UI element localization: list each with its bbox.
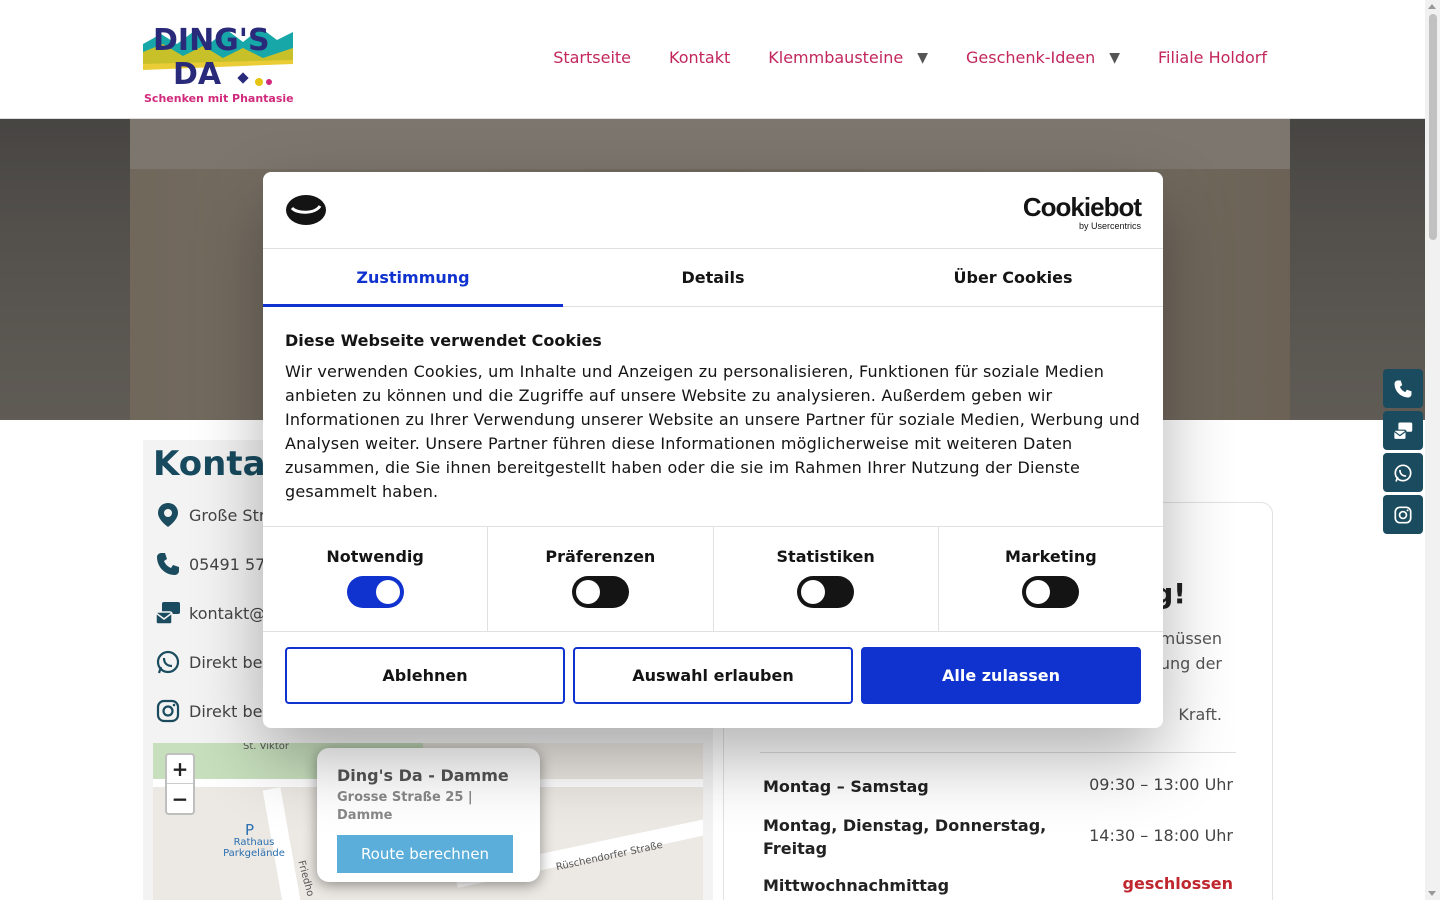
toggle-label: Präferenzen xyxy=(545,547,656,566)
zoom-out-button[interactable]: − xyxy=(167,784,193,813)
toggle-label: Notwendig xyxy=(326,547,424,566)
nav-filiale-holdorf[interactable]: Filiale Holdorf xyxy=(1158,48,1267,67)
cookie-tabs: Zustimmung Details Über Cookies xyxy=(263,249,1163,307)
float-instagram-button[interactable] xyxy=(1383,495,1423,534)
toggle-notwendig: Notwendig xyxy=(263,527,489,631)
scroll-up-arrow[interactable] xyxy=(1428,4,1436,9)
allow-selection-button[interactable]: Auswahl erlauben xyxy=(573,647,853,704)
cookie-description: Diese Webseite verwendet Cookies Wir ver… xyxy=(263,307,1163,527)
tab-ueber-cookies[interactable]: Über Cookies xyxy=(863,249,1163,306)
notwendig-switch[interactable] xyxy=(346,576,404,608)
cookiebot-logo[interactable]: Cookiebot by Usercentrics xyxy=(1022,192,1142,231)
mail-icon xyxy=(153,598,183,628)
divider xyxy=(760,752,1236,753)
instagram-icon xyxy=(153,696,183,726)
cookie-buttons: Ablehnen Auswahl erlauben Alle zulassen xyxy=(263,632,1163,719)
nav-klemmbausteine[interactable]: Klemmbausteine ▼ xyxy=(768,48,928,67)
nav-label[interactable]: Filiale Holdorf xyxy=(1158,48,1267,67)
contact-phone[interactable]: 05491 57 xyxy=(153,549,265,579)
cookie-category-toggles: Notwendig Präferenzen Statistiken Market… xyxy=(263,527,1163,632)
contact-mail[interactable]: kontakt@ xyxy=(153,598,265,628)
nav-label[interactable]: Klemmbausteine xyxy=(768,48,903,67)
card-text: Kraft. xyxy=(1178,705,1222,724)
whatsapp-icon xyxy=(153,647,183,677)
chevron-down-icon[interactable]: ▼ xyxy=(917,50,928,66)
scroll-down-arrow[interactable] xyxy=(1428,891,1436,896)
cookie-consent-dialog: Cookiebot by Usercentrics Zustimmung Det… xyxy=(263,172,1163,728)
cookie-body-text: Wir verwenden Cookies, um Inhalte und An… xyxy=(285,362,1140,501)
contact-text: Große Str xyxy=(189,505,266,525)
hours-day: Mittwochnachmittag xyxy=(763,876,950,895)
nav-geschenk-ideen[interactable]: Geschenk-Ideen ▼ xyxy=(966,48,1120,67)
route-button[interactable]: Route berechnen xyxy=(337,835,513,873)
switch-knob xyxy=(801,580,826,604)
hours-day: Montag, Dienstag, Donnerstag, Freitag xyxy=(763,816,1047,858)
nav-label[interactable]: Kontakt xyxy=(669,48,730,67)
map-pin-icon xyxy=(153,500,183,530)
tab-zustimmung[interactable]: Zustimmung xyxy=(263,249,563,307)
switch-knob xyxy=(575,580,600,604)
toggle-label: Marketing xyxy=(1005,547,1097,566)
site-header: DING'S DA Schenken mit Phantasie! Starts… xyxy=(0,0,1425,119)
zoom-in-button[interactable]: + xyxy=(167,755,193,784)
mail-icon xyxy=(1393,422,1413,440)
float-mail-button[interactable] xyxy=(1383,411,1423,450)
contact-text: kontakt@ xyxy=(189,603,266,623)
scroll-thumb[interactable] xyxy=(1429,14,1437,240)
nav-kontakt[interactable]: Kontakt xyxy=(669,48,730,67)
map-label: St. Viktor xyxy=(243,743,289,752)
cookiebot-brand: Cookiebot xyxy=(1022,192,1142,222)
float-whatsapp-button[interactable] xyxy=(1383,453,1423,492)
main-nav: Startseite Kontakt Klemmbausteine ▼ Gesch… xyxy=(553,48,1267,67)
svg-text:Schenken mit Phantasie!: Schenken mit Phantasie! xyxy=(144,92,295,105)
site-logo[interactable]: DING'S DA Schenken mit Phantasie! xyxy=(143,14,295,106)
svg-text:DING'S: DING'S xyxy=(153,23,270,58)
card-text: ung der xyxy=(1159,654,1222,673)
chevron-down-icon[interactable]: ▼ xyxy=(1109,50,1120,66)
float-phone-button[interactable] xyxy=(1383,369,1423,408)
decline-button[interactable]: Ablehnen xyxy=(285,647,565,704)
switch-knob xyxy=(1026,580,1051,604)
svg-text:DA: DA xyxy=(173,57,222,92)
cookie-dialog-header: Cookiebot by Usercentrics xyxy=(263,172,1163,249)
hours-closed: geschlossen xyxy=(1122,874,1233,893)
location-map[interactable]: St. Viktor P Rathaus Parkgelände Rüschen… xyxy=(153,743,703,900)
page-scrollbar[interactable] xyxy=(1425,0,1440,900)
whatsapp-icon xyxy=(1394,463,1412,482)
contact-address[interactable]: Große Str xyxy=(153,500,265,530)
hours-time: 09:30 – 13:00 Uhr xyxy=(1089,775,1233,794)
phone-icon xyxy=(1394,380,1412,397)
allow-all-button[interactable]: Alle zulassen xyxy=(861,647,1141,704)
contact-whatsapp[interactable]: Direkt be xyxy=(153,647,262,677)
nav-startseite[interactable]: Startseite xyxy=(553,48,631,67)
phone-icon xyxy=(153,549,183,579)
map-label: Rathaus Parkgelände xyxy=(223,837,285,859)
popup-title: Ding's Da - Damme xyxy=(337,766,509,785)
switch-knob xyxy=(375,580,400,604)
contact-instagram[interactable]: Direkt be xyxy=(153,696,262,726)
hours-day: Montag – Samstag xyxy=(763,777,929,796)
statistiken-switch[interactable] xyxy=(797,576,855,608)
cookie-heading: Diese Webseite verwendet Cookies xyxy=(285,331,602,350)
card-text: müssen xyxy=(1159,629,1222,648)
contact-text: Direkt be xyxy=(189,652,263,672)
contact-text: Direkt be xyxy=(189,701,263,721)
toggle-praeferenzen: Präferenzen xyxy=(488,527,714,631)
cookiebot-cookie-icon xyxy=(285,194,327,226)
instagram-icon xyxy=(1394,505,1412,524)
nav-label[interactable]: Geschenk-Ideen xyxy=(966,48,1095,67)
praeferenzen-switch[interactable] xyxy=(571,576,629,608)
tab-details[interactable]: Details xyxy=(563,249,863,306)
contact-text: 05491 57 xyxy=(189,554,266,574)
marketing-switch[interactable] xyxy=(1022,576,1080,608)
toggle-marketing: Marketing xyxy=(939,527,1163,631)
nav-label[interactable]: Startseite xyxy=(553,48,631,67)
map-popup: Ding's Da - Damme Grosse Straße 25 | Dam… xyxy=(317,748,540,882)
toggle-statistiken: Statistiken xyxy=(714,527,939,631)
map-zoom-control: + − xyxy=(165,753,195,815)
cookiebot-brand-sub: by Usercentrics xyxy=(1078,221,1141,231)
hours-time: 14:30 – 18:00 Uhr xyxy=(1089,826,1233,845)
popup-address: Grosse Straße 25 | Damme xyxy=(337,790,473,823)
toggle-label: Statistiken xyxy=(776,547,875,566)
